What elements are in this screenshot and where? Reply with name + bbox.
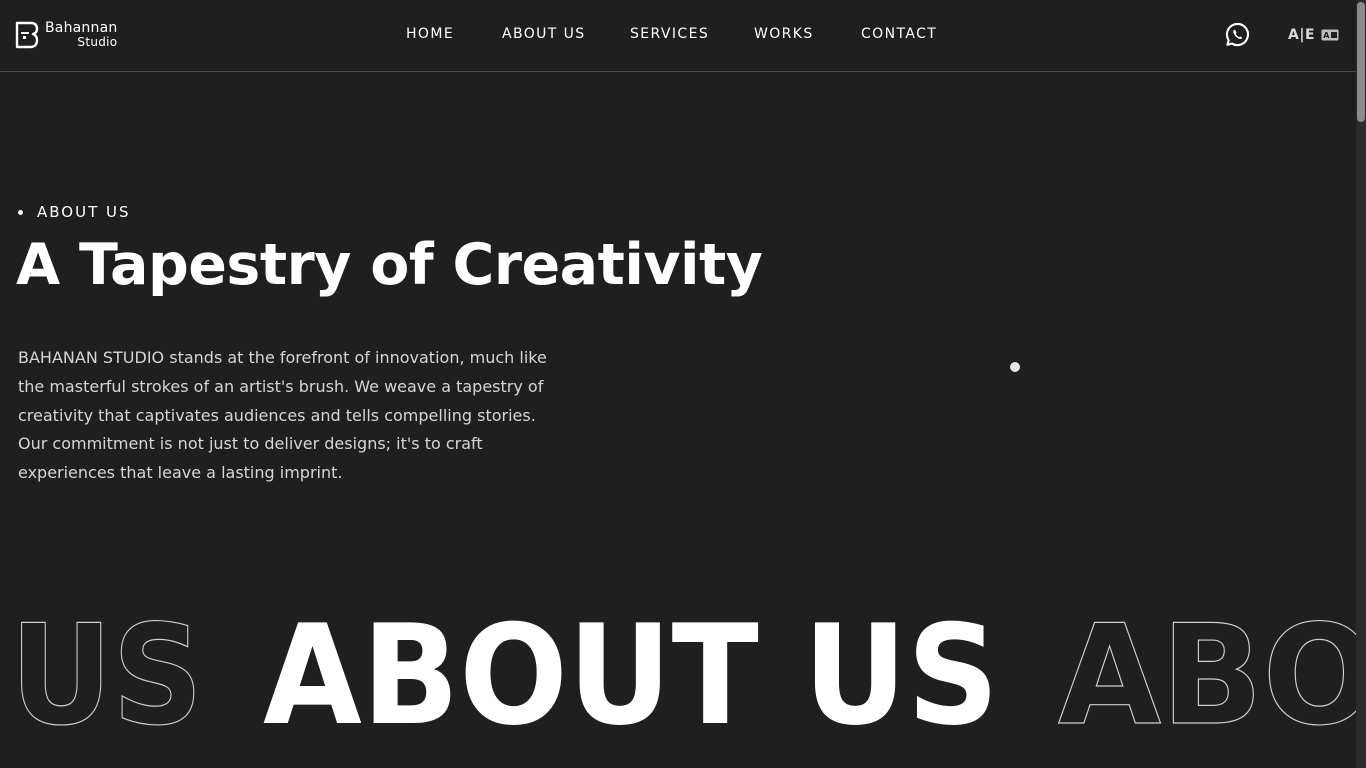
custom-cursor-dot <box>1010 362 1020 372</box>
nav-item-works[interactable]: WORKS <box>754 26 814 42</box>
eyebrow-label: ABOUT US <box>37 203 131 221</box>
nav-item-contact[interactable]: CONTACT <box>861 26 937 42</box>
language-switcher[interactable]: A|E A <box>1288 27 1339 43</box>
page: Bahannan Studio HOME ABOUT US SERVICES W… <box>0 0 1366 768</box>
page-title: A Tapestry of Creativity <box>16 232 763 298</box>
scrollbar-thumb[interactable] <box>1357 2 1365 122</box>
marquee-outline-left: US <box>10 600 203 756</box>
nav-item-home[interactable]: HOME <box>406 26 454 42</box>
about-marquee: US ABOUT US ABO <box>0 600 1356 768</box>
main-nav: HOME ABOUT US SERVICES WORKS CONTACT <box>0 0 1356 70</box>
marquee-solid-text: ABOUT US <box>263 600 999 756</box>
marquee-outline-right: ABO <box>1058 600 1356 756</box>
language-label: A|E <box>1288 27 1316 43</box>
section-eyebrow: ABOUT US <box>18 203 131 221</box>
marquee-graphic: US ABOUT US ABO <box>9 600 1356 757</box>
svg-text:A: A <box>1323 31 1330 40</box>
about-description: BAHANAN STUDIO stands at the forefront o… <box>18 348 547 483</box>
translate-icon: A <box>1321 29 1339 41</box>
page-scrollbar[interactable] <box>1356 0 1366 768</box>
site-header: Bahannan Studio HOME ABOUT US SERVICES W… <box>0 0 1356 72</box>
nav-item-services[interactable]: SERVICES <box>630 26 709 42</box>
whatsapp-icon[interactable] <box>1225 22 1250 47</box>
nav-item-about-us[interactable]: ABOUT US <box>502 26 586 42</box>
bullet-dot <box>18 209 23 215</box>
